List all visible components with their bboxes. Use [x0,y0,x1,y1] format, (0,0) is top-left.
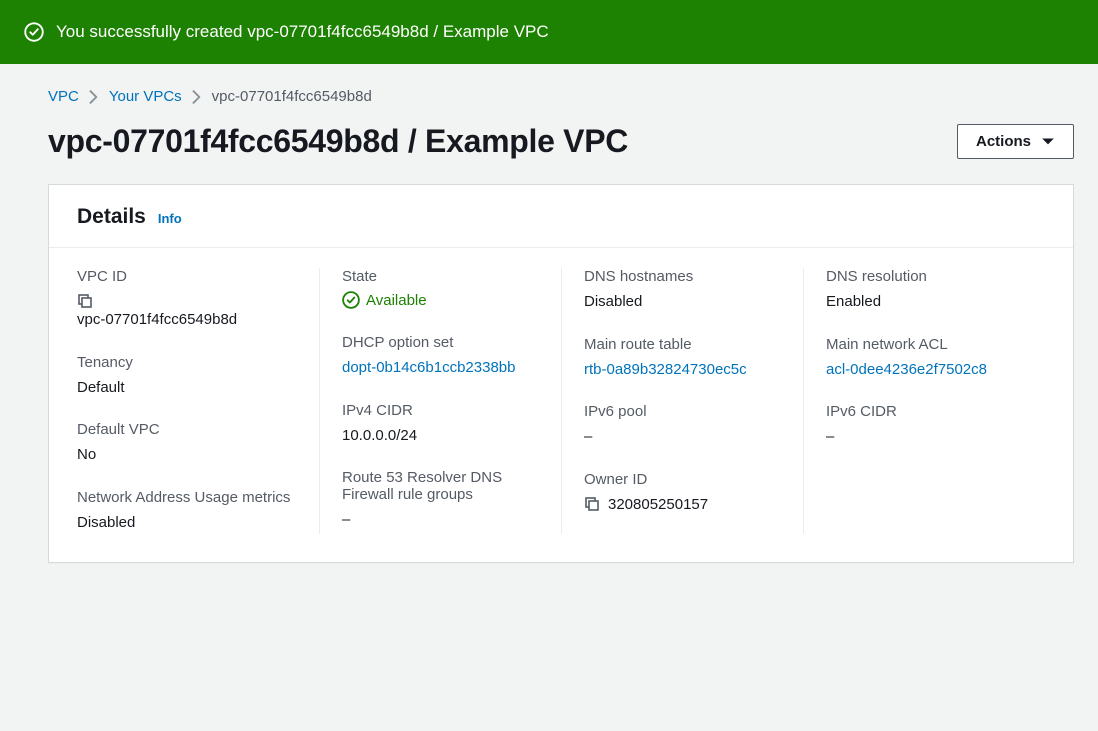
ipv6-pool-label: IPv6 pool [584,403,781,420]
r53-label: Route 53 Resolver DNS Firewall rule grou… [342,469,539,503]
default-vpc-value: No [77,444,297,467]
info-link[interactable]: Info [158,211,182,226]
page-title: vpc-07701f4fcc6549b8d / Example VPC [48,123,628,160]
chevron-right-icon [89,90,99,104]
dns-hostnames-value: Disabled [584,291,781,314]
main-nacl-link[interactable]: acl-0dee4236e2f7502c8 [826,359,1023,382]
ipv4-cidr-value: 10.0.0.0/24 [342,425,539,448]
success-banner: You successfully created vpc-07701f4fcc6… [0,0,1098,64]
details-heading: Details [77,205,146,229]
state-value: Available [342,291,427,309]
copy-icon[interactable] [77,293,93,309]
ipv6-cidr-label: IPv6 CIDR [826,403,1023,420]
dns-resolution-label: DNS resolution [826,268,1023,285]
banner-text: You successfully created vpc-07701f4fcc6… [56,22,549,42]
ipv6-cidr-value: – [826,426,1023,449]
vpc-id-label: VPC ID [77,268,297,285]
actions-button[interactable]: Actions [957,124,1074,159]
tenancy-value: Default [77,377,297,400]
copy-icon[interactable] [584,496,600,512]
breadcrumb-current: vpc-07701f4fcc6549b8d [212,88,372,105]
tenancy-label: Tenancy [77,354,297,371]
breadcrumb-your-vpcs[interactable]: Your VPCs [109,88,182,105]
dns-hostnames-label: DNS hostnames [584,268,781,285]
default-vpc-label: Default VPC [77,421,297,438]
nau-label: Network Address Usage metrics [77,489,297,506]
nau-value: Disabled [77,512,297,535]
actions-label: Actions [976,133,1031,150]
dhcp-label: DHCP option set [342,334,539,351]
main-rtb-label: Main route table [584,336,781,353]
check-circle-icon [24,22,44,42]
r53-value: – [342,509,539,532]
state-label: State [342,268,539,285]
main-nacl-label: Main network ACL [826,336,1023,353]
owner-id-value: 320805250157 [608,494,708,517]
caret-down-icon [1041,135,1055,149]
breadcrumb-vpc[interactable]: VPC [48,88,79,105]
check-circle-icon [342,291,360,309]
details-panel: Details Info VPC ID vpc-07701f4fcc6549b8… [48,184,1074,563]
vpc-id-value: vpc-07701f4fcc6549b8d [77,309,297,332]
breadcrumb: VPC Your VPCs vpc-07701f4fcc6549b8d [48,88,1074,105]
ipv4-cidr-label: IPv4 CIDR [342,402,539,419]
dns-resolution-value: Enabled [826,291,1023,314]
chevron-right-icon [192,90,202,104]
dhcp-link[interactable]: dopt-0b14c6b1ccb2338bb [342,357,539,380]
owner-id-label: Owner ID [584,471,781,488]
ipv6-pool-value: – [584,426,781,449]
main-rtb-link[interactable]: rtb-0a89b32824730ec5c [584,359,781,382]
